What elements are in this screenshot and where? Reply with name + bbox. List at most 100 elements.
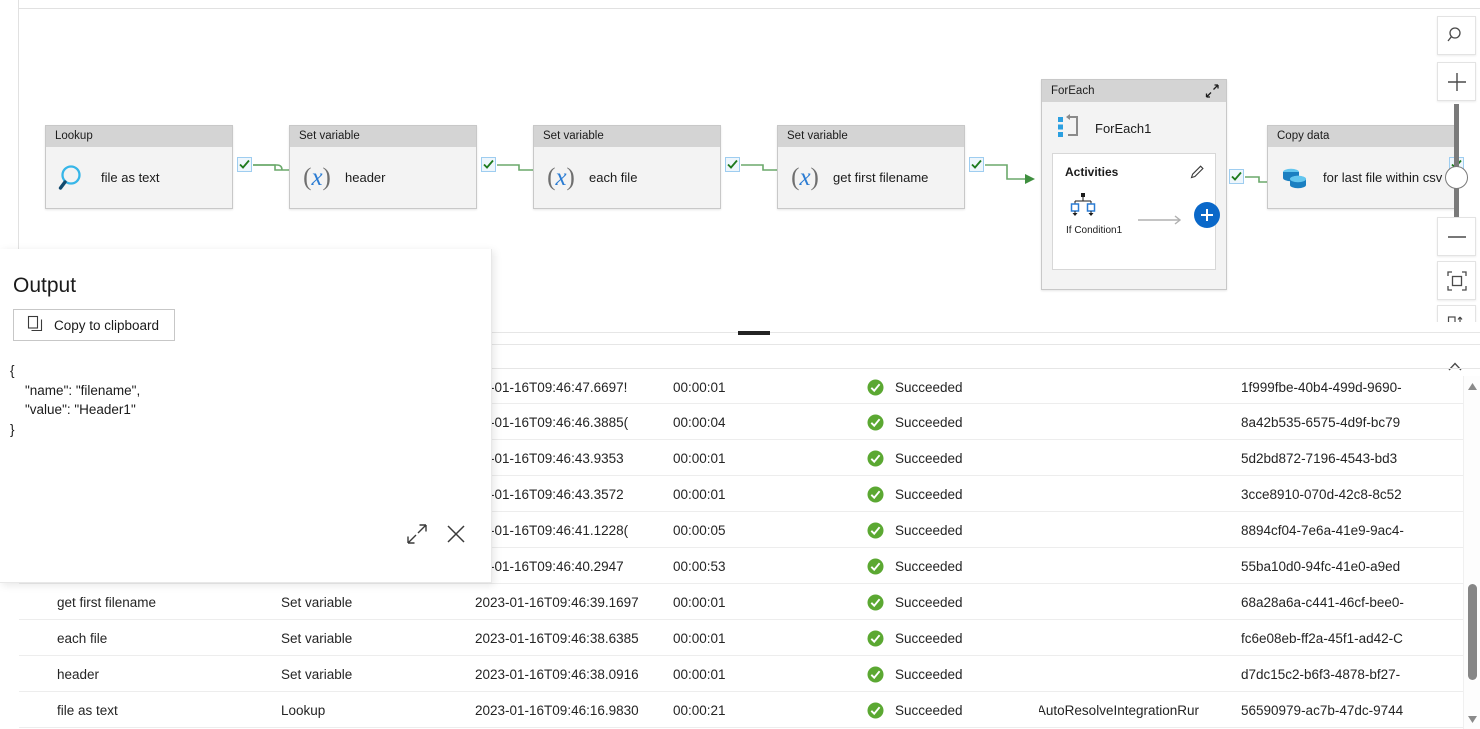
inner-activity-label: If Condition1 — [1066, 225, 1123, 236]
inner-activity-if-condition[interactable]: If Condition1 — [1066, 192, 1126, 237]
zoom-in-icon[interactable] — [1437, 62, 1476, 101]
cell-run-start: 2023-01-16T09:46:16.9830 — [475, 702, 639, 718]
foreach-title-row: ForEach1 — [1042, 102, 1226, 153]
table-row[interactable]: get first filename Set variable 2023-01-16… — [19, 584, 1480, 620]
cell-activity-type: Set variable — [281, 666, 353, 682]
scroll-up-arrow-icon[interactable] — [1464, 378, 1480, 395]
copy-button-label: Copy to clipboard — [54, 317, 160, 333]
node-type-label: Lookup — [46, 126, 232, 147]
cell-run-start: 2023-01-16T09:46:39.1697 — [475, 594, 639, 610]
cell-duration: 00:00:05 — [673, 522, 726, 538]
foreach-name-label: ForEach1 — [1095, 121, 1152, 136]
collapse-diagonal-icon[interactable] — [1204, 84, 1220, 99]
auto-align-icon[interactable] — [1437, 305, 1476, 322]
status-success-icon — [867, 558, 884, 574]
close-icon[interactable] — [444, 522, 468, 546]
activity-success-check-icon — [237, 157, 252, 172]
cell-status: Succeeded — [867, 476, 1057, 512]
cell-duration: 00:00:01 — [673, 666, 726, 682]
cell-status: Succeeded — [867, 512, 1057, 548]
cell-run-start: 23-01-16T09:46:43.9353 — [475, 450, 624, 466]
cell-duration: 00:00:04 — [673, 414, 726, 430]
cell-status: Succeeded — [867, 369, 1057, 405]
cell-status: Succeeded — [867, 440, 1057, 476]
cell-activity-type: Lookup — [281, 702, 326, 718]
status-success-icon — [867, 379, 884, 395]
zoom-slider-knob[interactable] — [1445, 166, 1468, 189]
cell-integration-runtime — [1039, 620, 1199, 656]
foreach-container[interactable]: ForEach ForEach1 Activities If Condition… — [1041, 79, 1227, 290]
pipeline-monitor-screen: Lookup file as text Set variable (x) hea… — [0, 0, 1480, 729]
activity-node-set-variable-get-first-filename[interactable]: Set variable (x) get first filename — [777, 125, 965, 209]
cell-status: Succeeded — [867, 404, 1057, 440]
status-success-icon — [867, 486, 884, 502]
cell-integration-runtime — [1039, 440, 1199, 476]
cell-integration-runtime — [1039, 656, 1199, 692]
plus-circle-icon[interactable] — [1194, 202, 1220, 228]
scroll-down-arrow-icon[interactable] — [1464, 711, 1480, 728]
cell-activity-name: get first filename — [57, 594, 157, 610]
table-scrollbar[interactable] — [1463, 376, 1480, 729]
table-row[interactable]: header Set variable 2023-01-16T09:46:38.09… — [19, 656, 1480, 692]
cell-integration-runtime: AutoResolveIntegrationRur — [1039, 702, 1199, 718]
cell-status: Succeeded — [867, 656, 1057, 692]
cell-run-id: 5d2bd872-7196-4543-bd3 — [1241, 450, 1398, 466]
node-name-label: for last file within csv — [1323, 169, 1443, 185]
cell-run-start: 23-01-16T09:46:40.2947 — [475, 558, 624, 574]
cell-activity-name: each file — [57, 630, 108, 646]
pencil-icon[interactable] — [1190, 164, 1205, 179]
variable-x-icon: (x) — [303, 164, 331, 191]
cell-duration: 00:00:01 — [673, 450, 726, 466]
cell-status: Succeeded — [867, 692, 1057, 728]
node-name-label: file as text — [101, 169, 160, 185]
cell-integration-runtime — [1039, 512, 1199, 548]
cell-run-start: 23-01-16T09:46:47.6697! — [475, 379, 628, 395]
variable-x-icon: (x) — [547, 164, 575, 191]
node-name-label: header — [345, 169, 386, 185]
cell-run-start: 23-01-16T09:46:43.3572 — [475, 486, 624, 502]
status-success-icon — [867, 702, 884, 718]
activity-node-lookup[interactable]: Lookup file as text — [45, 125, 233, 209]
cell-run-start: 2023-01-16T09:46:38.0916 — [475, 666, 639, 682]
cell-activity-name: file as text — [57, 702, 118, 718]
cell-duration: 00:00:53 — [673, 558, 726, 574]
activity-node-set-variable-each-file[interactable]: Set variable (x) each file — [533, 125, 721, 209]
copy-icon — [27, 315, 44, 335]
foreach-header: ForEach — [1042, 80, 1226, 102]
output-panel: Output Copy to clipboard { "name": "file… — [0, 249, 492, 583]
cell-integration-runtime — [1039, 404, 1199, 440]
zoom-out-icon[interactable] — [1437, 217, 1476, 256]
expand-icon[interactable] — [405, 522, 429, 546]
cell-run-start: 23-01-16T09:46:41.1228( — [475, 522, 629, 538]
node-name-label: each file — [589, 169, 638, 185]
scrollbar-thumb[interactable] — [1468, 584, 1477, 680]
cell-run-id: 8a42b535-6575-4d9f-bc79 — [1241, 414, 1401, 430]
output-panel-title: Output — [13, 274, 77, 297]
table-row[interactable]: file as text Lookup 2023-01-16T09:46:16.98… — [19, 692, 1480, 728]
table-row[interactable]: each file Set variable 2023-01-16T09:46:38… — [19, 620, 1480, 656]
cell-activity-type: Set variable — [281, 594, 353, 610]
cell-run-id: fc6e08eb-ff2a-45f1-ad42-C — [1241, 630, 1403, 646]
cell-run-id: d7dc15c2-b6f3-4878-bf27- — [1241, 666, 1401, 682]
copy-to-clipboard-button[interactable]: Copy to clipboard — [13, 309, 175, 341]
cell-integration-runtime — [1039, 548, 1199, 584]
foreach-activities-box[interactable]: Activities If Condition1 — [1052, 153, 1220, 270]
node-type-label: Copy data — [1268, 126, 1454, 147]
cell-status: Succeeded — [867, 620, 1057, 656]
fit-to-screen-icon[interactable] — [1437, 261, 1476, 300]
if-condition-icon — [1066, 193, 1100, 220]
cell-activity-name: header — [57, 666, 100, 682]
foreach-header-label: ForEach — [1051, 85, 1095, 97]
node-type-label: Set variable — [778, 126, 964, 147]
connector-4 — [967, 146, 1043, 186]
output-json-content: { "name": "filename", "value": "Header1"… — [10, 363, 141, 437]
foreach-loop-icon — [1057, 114, 1083, 143]
cell-integration-runtime — [1039, 369, 1199, 405]
activity-node-copy-data[interactable]: Copy data for last file within csv — [1267, 125, 1455, 209]
splitter-drag-handle[interactable] — [738, 331, 770, 335]
activity-node-set-variable-header[interactable]: Set variable (x) header — [289, 125, 477, 209]
cell-duration: 00:00:01 — [673, 594, 726, 610]
search-icon[interactable] — [1437, 16, 1476, 55]
cell-duration: 00:00:01 — [673, 630, 726, 646]
cell-run-start: 2023-01-16T09:46:38.6385 — [475, 630, 639, 646]
